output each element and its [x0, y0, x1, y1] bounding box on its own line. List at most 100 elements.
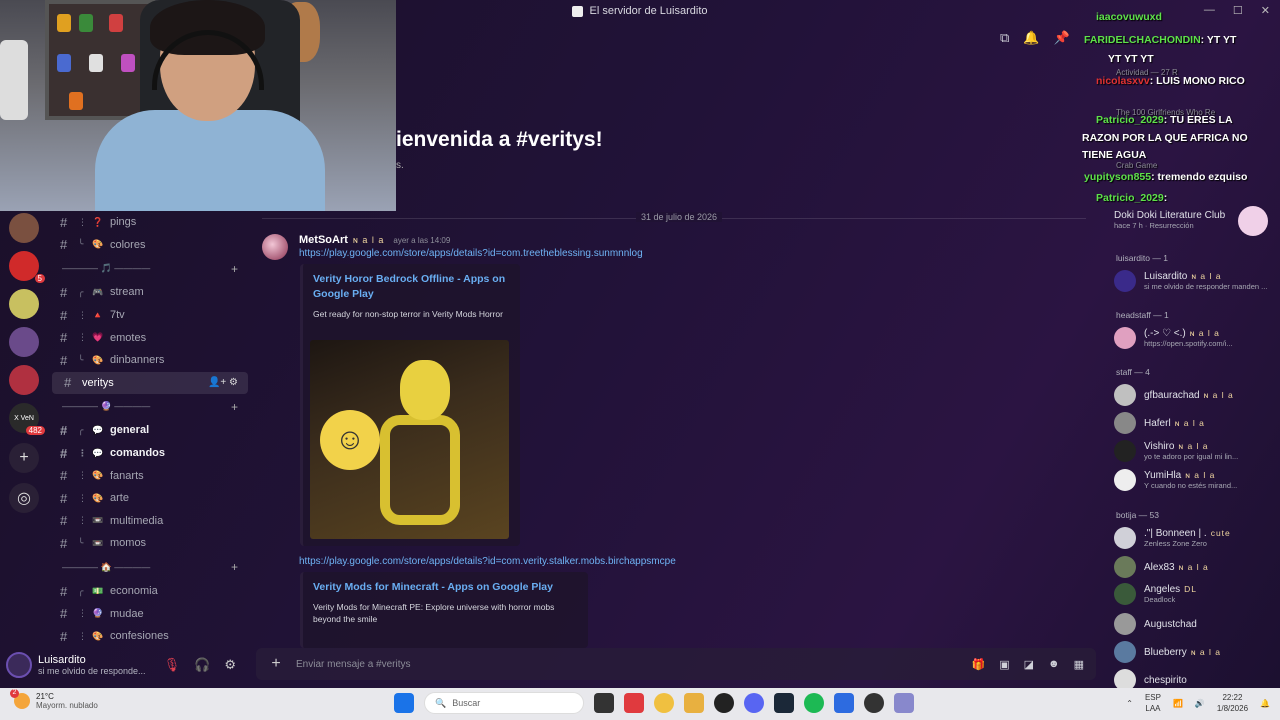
- member-item[interactable]: (.-> ♡ <.) ɴ a l a https://open.spotify.c…: [1114, 327, 1233, 349]
- channel-emoji-icon: 🎨: [92, 470, 104, 481]
- member-item[interactable]: Vishiro ɴ a l a yo te adoro por igual mi …: [1114, 440, 1238, 462]
- channel-category[interactable]: ———— 🏠 ———— +: [48, 555, 252, 580]
- channel-comandos[interactable]: # ⋮ 💬 comandos: [48, 442, 252, 465]
- channel-dinbanners[interactable]: # ╰ 🎨 dinbanners: [48, 349, 252, 372]
- channel-confesiones[interactable]: # ⋮ 🎨 confesiones: [48, 625, 252, 648]
- steam-icon[interactable]: [774, 693, 794, 713]
- add-channel-icon[interactable]: +: [231, 262, 238, 276]
- app-icon-2[interactable]: [834, 693, 854, 713]
- chevron-up-icon[interactable]: ⌃: [1126, 699, 1133, 708]
- channel-category[interactable]: ———— 🎵 ———— +: [48, 256, 252, 281]
- channel-arte[interactable]: # ⋮ 🎨 arte: [48, 487, 252, 510]
- obs-icon[interactable]: [714, 693, 734, 713]
- message-composer[interactable]: + Enviar mensaje a #veritys 🎁 ▣ ◪ ☻ ▦: [256, 648, 1096, 680]
- hash-icon: #: [60, 237, 68, 253]
- server-icon-4[interactable]: [9, 327, 39, 357]
- message-author[interactable]: MetSoArt: [299, 234, 348, 246]
- channel-veritys[interactable]: # veritys 👤+ ⚙: [52, 371, 248, 395]
- language-indicator[interactable]: ESP LAA: [1145, 692, 1161, 714]
- date-divider-label: 31 de julio de 2026: [636, 212, 723, 222]
- task-view-icon[interactable]: [594, 693, 614, 713]
- channel-general[interactable]: # ╭ 💬 general: [48, 419, 252, 442]
- avatar[interactable]: [6, 652, 32, 678]
- emoji-icon[interactable]: ☻: [1048, 658, 1060, 671]
- gear-icon[interactable]: ⚙: [224, 657, 236, 673]
- headphones-icon[interactable]: 🎧: [194, 657, 210, 673]
- bell-icon[interactable]: 🔔: [1023, 30, 1039, 46]
- embed-title[interactable]: Verity Mods for Minecraft - Apps on Goog…: [313, 580, 578, 595]
- message-timestamp: ayer a las 14:09: [393, 235, 451, 245]
- channel-label: 7tv: [110, 309, 125, 322]
- message-link-1[interactable]: https://play.google.com/store/apps/detai…: [299, 248, 643, 259]
- member-item[interactable]: Haferl ɴ a l a: [1114, 412, 1205, 434]
- chat-line: Patricio_2029: TU ERES LA: [1096, 114, 1233, 126]
- message-link-2[interactable]: https://play.google.com/store/apps/detai…: [299, 556, 676, 567]
- guild-tag[interactable]: ɴ a l a: [353, 235, 385, 245]
- discord-icon[interactable]: [744, 693, 764, 713]
- hash-icon: #: [60, 214, 68, 230]
- channel-settings-icon[interactable]: 👤+ ⚙: [208, 377, 238, 388]
- clock[interactable]: 22:22 1/8/2026: [1217, 692, 1248, 714]
- app-icon-3[interactable]: [864, 693, 884, 713]
- notification-icon[interactable]: 🔔: [1260, 699, 1270, 708]
- member-item[interactable]: ."| Bonneen | . cute Zenless Zone Zero: [1114, 527, 1231, 549]
- channel-emotes[interactable]: # ⋮ 💗 emotes: [48, 326, 252, 349]
- gift-icon[interactable]: 🎁: [972, 658, 986, 671]
- taskbar-search[interactable]: 🔍 Buscar: [424, 692, 584, 714]
- sticker-icon[interactable]: ◪: [1024, 658, 1034, 671]
- channel-7tv[interactable]: # ⋮ 🔺 7tv: [48, 304, 252, 327]
- channel-colores[interactable]: # ╰ 🎨 colores: [48, 234, 252, 257]
- attach-plus-icon[interactable]: +: [256, 655, 296, 673]
- welcome-subtitle: s.: [396, 160, 404, 171]
- composer-placeholder[interactable]: Enviar mensaje a #veritys: [296, 659, 411, 670]
- member-item[interactable]: Luisardito ɴ a l a si me olvido de respon…: [1114, 270, 1267, 292]
- gif-icon[interactable]: ▣: [999, 658, 1009, 671]
- activity-card[interactable]: Doki Doki Literature Club hace 7 h · Res…: [1114, 206, 1268, 236]
- server-icon-6[interactable]: X VeN 482: [9, 403, 45, 435]
- member-item[interactable]: gfbaurachad ɴ a l a: [1114, 384, 1234, 406]
- channel-economia[interactable]: # ╭ 💵 economia: [48, 580, 252, 603]
- weather-widget[interactable]: 2 21°C Mayorm. nublado: [10, 689, 98, 710]
- add-channel-icon[interactable]: +: [231, 400, 238, 414]
- member-item[interactable]: Augustchad: [1114, 613, 1197, 635]
- spotify-icon[interactable]: [804, 693, 824, 713]
- add-server-button[interactable]: +: [9, 443, 39, 473]
- channel-fanarts[interactable]: # ⋮ 🎨 fanarts: [48, 464, 252, 487]
- wifi-icon[interactable]: 📶: [1173, 699, 1183, 708]
- channel-category[interactable]: ———— 🔮 ———— +: [48, 394, 252, 419]
- channel-pings[interactable]: # ⋮ ❓ pings: [48, 211, 252, 234]
- discover-button[interactable]: ◎: [9, 483, 39, 513]
- embed-image[interactable]: ☺: [310, 340, 509, 539]
- chat-line: nicolasxvv: LUIS MONO RICO: [1096, 75, 1245, 87]
- apps-icon[interactable]: ▦: [1074, 658, 1084, 671]
- volume-icon[interactable]: 🔊: [1195, 699, 1205, 708]
- member-item[interactable]: Blueberry ɴ a l a: [1114, 641, 1221, 663]
- welcome-title: ienvenida a #veritys!: [396, 128, 603, 151]
- threads-icon[interactable]: ⧉: [1000, 30, 1009, 46]
- server-icon-3[interactable]: [9, 289, 39, 319]
- member-item[interactable]: chespirito: [1114, 669, 1187, 688]
- activity-sub: hace 7 h · Resurrección: [1114, 221, 1194, 230]
- app-icon-4[interactable]: [894, 693, 914, 713]
- discord-window: El servidor de Luisardito — ☐ ✕ Activida…: [0, 0, 1280, 688]
- mic-muted-icon[interactable]: 🎙: [164, 657, 181, 673]
- member-item[interactable]: Alex83 ɴ a l a: [1114, 556, 1209, 578]
- embed-title[interactable]: Verity Horor Bedrock Offline - Apps on G…: [313, 272, 510, 302]
- folder-icon[interactable]: [684, 693, 704, 713]
- channel-mudae[interactable]: # ⋮ 🔮 mudae: [48, 602, 252, 625]
- message-avatar[interactable]: [262, 234, 288, 260]
- channel-multimedia[interactable]: # ⋮ 📼 multimedia: [48, 510, 252, 533]
- member-item[interactable]: YumiHla ɴ a l a Y cuando no estés mirand.…: [1114, 469, 1237, 491]
- pin-icon[interactable]: 📌: [1053, 30, 1069, 46]
- server-icon-2[interactable]: 5: [9, 251, 45, 283]
- server-icon-1[interactable]: [9, 213, 39, 243]
- add-channel-icon[interactable]: +: [231, 560, 238, 574]
- member-item[interactable]: Angeles DL Deadlock: [1114, 583, 1197, 605]
- app-icon[interactable]: [624, 693, 644, 713]
- channel-momos[interactable]: # ╰ 📼 momos: [48, 532, 252, 555]
- channel-stream[interactable]: # ╭ 🎮 stream: [48, 281, 252, 304]
- mention-badge: 482: [25, 426, 45, 435]
- windows-start-icon[interactable]: [394, 693, 414, 713]
- server-icon-5[interactable]: [9, 365, 39, 395]
- chrome-icon[interactable]: [654, 693, 674, 713]
